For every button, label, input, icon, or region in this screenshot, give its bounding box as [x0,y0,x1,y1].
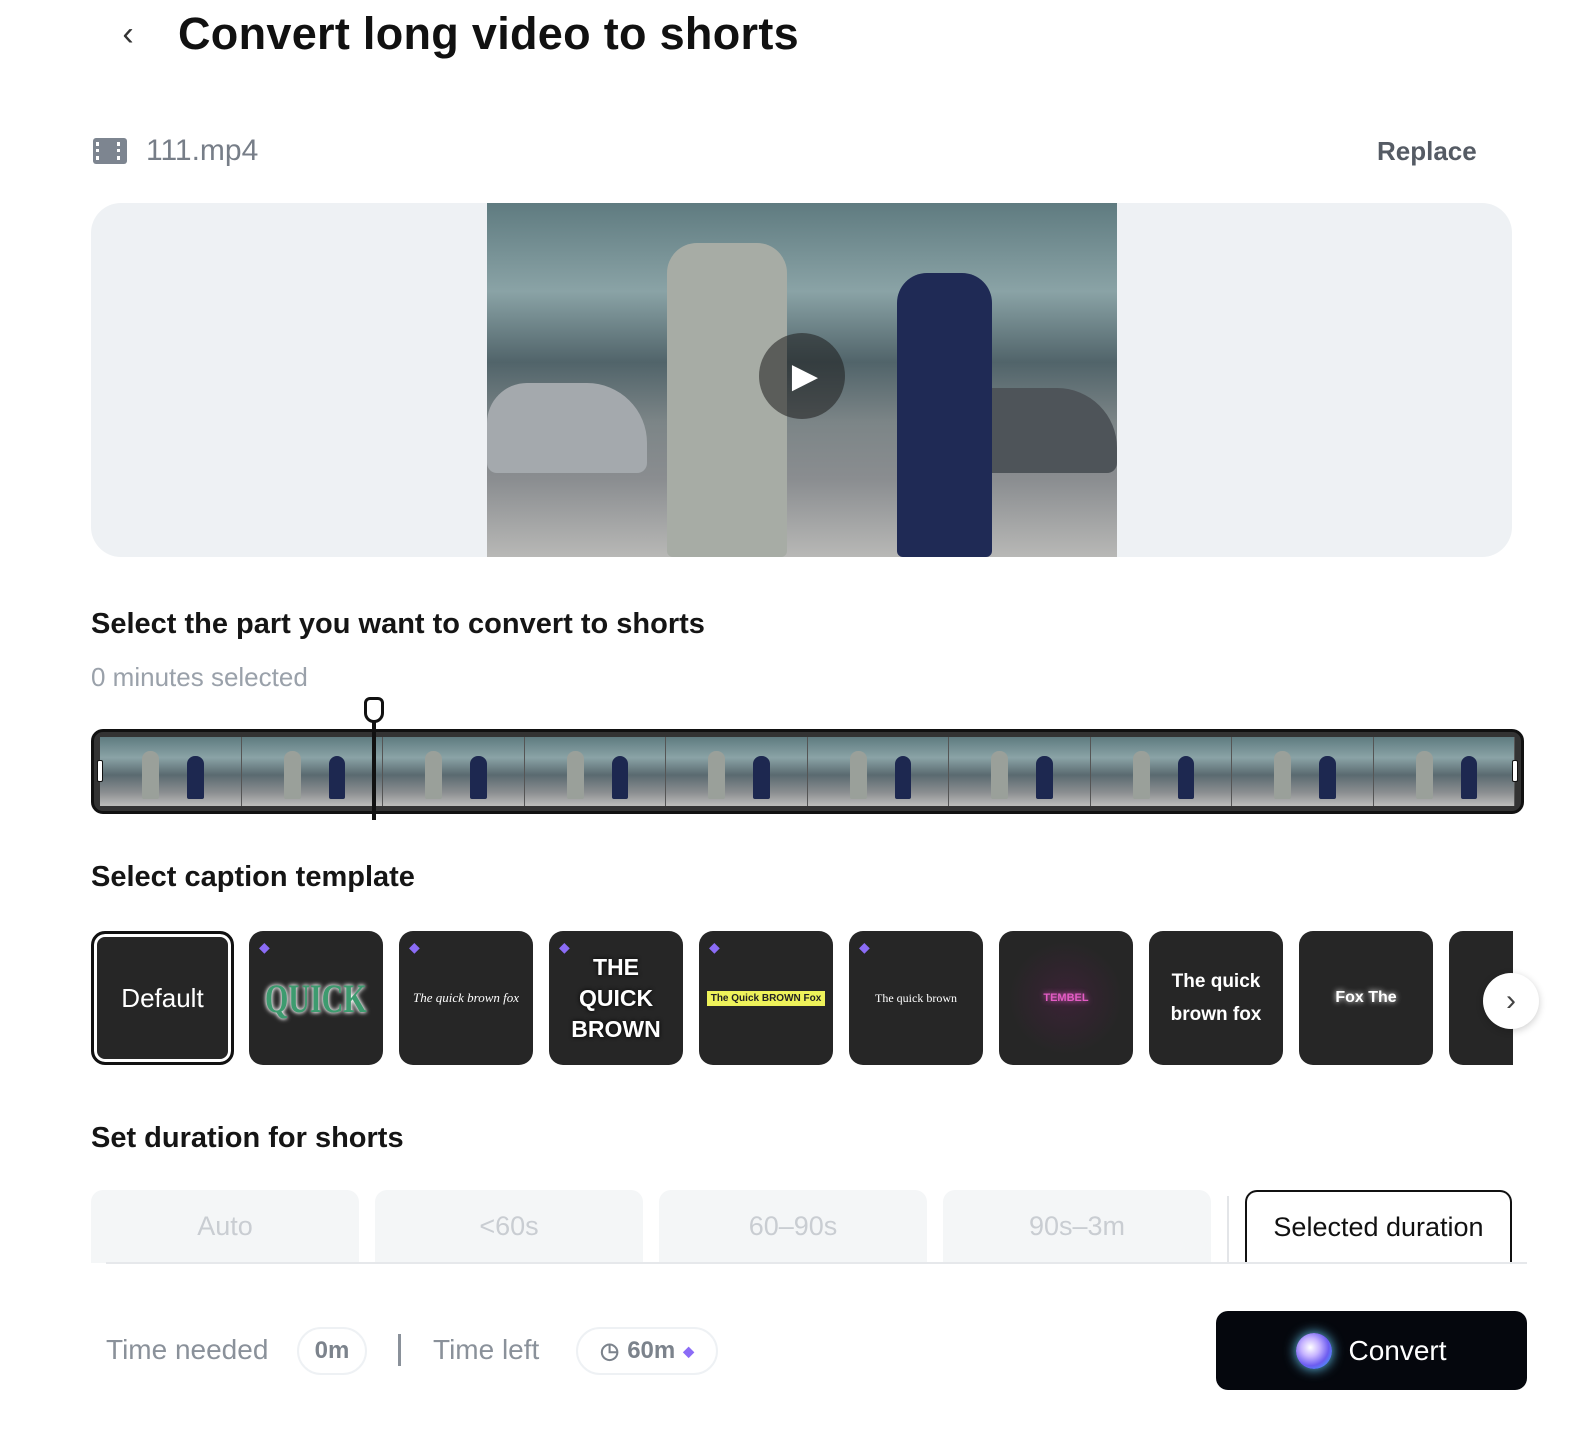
timeline-start-handle[interactable] [97,760,103,782]
caption-template[interactable]: TEMBEL [999,931,1133,1065]
filmstrip-frame [949,737,1091,806]
replace-button[interactable]: Replace [1377,136,1477,167]
filmstrip-frame [807,737,949,806]
video-timeline[interactable] [91,729,1524,814]
page-title: Convert long video to shorts [178,8,799,59]
caption-template-default[interactable]: Default [91,931,234,1065]
caption-heading: Select caption template [91,861,415,893]
template-label: Fox The [1335,989,1397,1006]
ai-orb-icon [1296,1332,1333,1369]
template-label: The Quick BROWN Fox [706,990,826,1006]
premium-gem-icon: ◆ [259,939,270,955]
timeline-end-handle[interactable] [1512,760,1518,782]
duration-option-60-90s[interactable]: 60–90s [659,1190,927,1263]
premium-gem-icon: ◆ [409,939,420,955]
template-label: THE QUICK BROWN [571,953,661,1042]
selection-heading: Select the part you want to convert to s… [91,608,705,640]
time-needed-text: 0m [314,1337,350,1364]
divider [106,1262,1527,1264]
filmstrip-frame [383,737,525,806]
filmstrip-frame [1373,737,1515,806]
minutes-selected: 0 minutes selected [91,662,308,692]
caption-template[interactable]: ◆ THE QUICK BROWN [549,931,683,1065]
template-label: QUICK [265,975,367,1021]
caption-template[interactable]: Fox The [1299,931,1433,1065]
filmstrip-frame [524,737,666,806]
caption-template-list: Default ◆ QUICK ◆ The quick brown fox ◆ THE… [91,931,1513,1066]
filmstrip-frame [1090,737,1232,806]
film-icon [93,138,127,164]
filmstrip-frame [241,737,383,806]
play-button[interactable]: ▶ [759,333,845,419]
play-icon: ▶ [791,357,819,395]
premium-gem-icon: ◆ [709,939,720,955]
clock-icon: ◷ [599,1338,620,1363]
filmstrip-frame [666,737,808,806]
duration-option-under-60s[interactable]: <60s [375,1190,643,1263]
time-left-value: ◷ 60m ◆ [576,1327,718,1375]
premium-gem-icon: ◆ [683,1342,695,1359]
chevron-left-icon: ‹ [122,14,134,53]
premium-gem-icon: ◆ [859,939,870,955]
file-name: 111.mp4 [146,134,259,167]
template-label: Default [121,982,204,1013]
person-image [897,273,992,557]
time-needed-value: 0m [297,1327,367,1375]
template-label: The quick brown [875,990,957,1005]
time-needed-label: Time needed [106,1334,269,1365]
video-preview-panel: ▶ [91,203,1512,557]
next-templates-button[interactable]: › [1483,973,1539,1029]
time-left-label: Time left [433,1334,540,1365]
caption-template[interactable]: ◆ The Quick BROWN Fox [699,931,833,1065]
car-image [487,383,647,473]
caption-template[interactable]: ◆ QUICK [249,931,383,1065]
convert-button[interactable]: Convert [1216,1311,1527,1390]
duration-option-selected[interactable]: Selected duration [1245,1190,1512,1263]
back-button[interactable]: ‹ [108,12,148,56]
template-label: The quick brown fox [1170,971,1262,1025]
filmstrip-frame [100,737,242,806]
time-left-text: 60m [627,1337,676,1364]
filmstrip-frame [1232,737,1374,806]
divider [1227,1196,1229,1262]
chevron-right-icon: › [1506,984,1516,1017]
duration-option-90s-3m[interactable]: 90s–3m [943,1190,1211,1263]
caption-template[interactable]: The quick brown fox [1149,931,1283,1065]
divider [398,1334,401,1366]
template-label: TEMBEL [1043,992,1089,1004]
caption-template[interactable]: ◆ The quick brown fox [399,931,533,1065]
playhead[interactable] [372,718,376,820]
playhead-handle[interactable] [364,697,384,723]
caption-template[interactable]: ◆ The quick brown [849,931,983,1065]
premium-gem-icon: ◆ [559,939,570,955]
video-player[interactable]: ▶ [487,203,1117,557]
duration-heading: Set duration for shorts [91,1122,404,1154]
duration-option-auto[interactable]: Auto [91,1190,359,1263]
convert-label: Convert [1348,1334,1447,1366]
template-label: The quick brown fox [412,990,520,1005]
